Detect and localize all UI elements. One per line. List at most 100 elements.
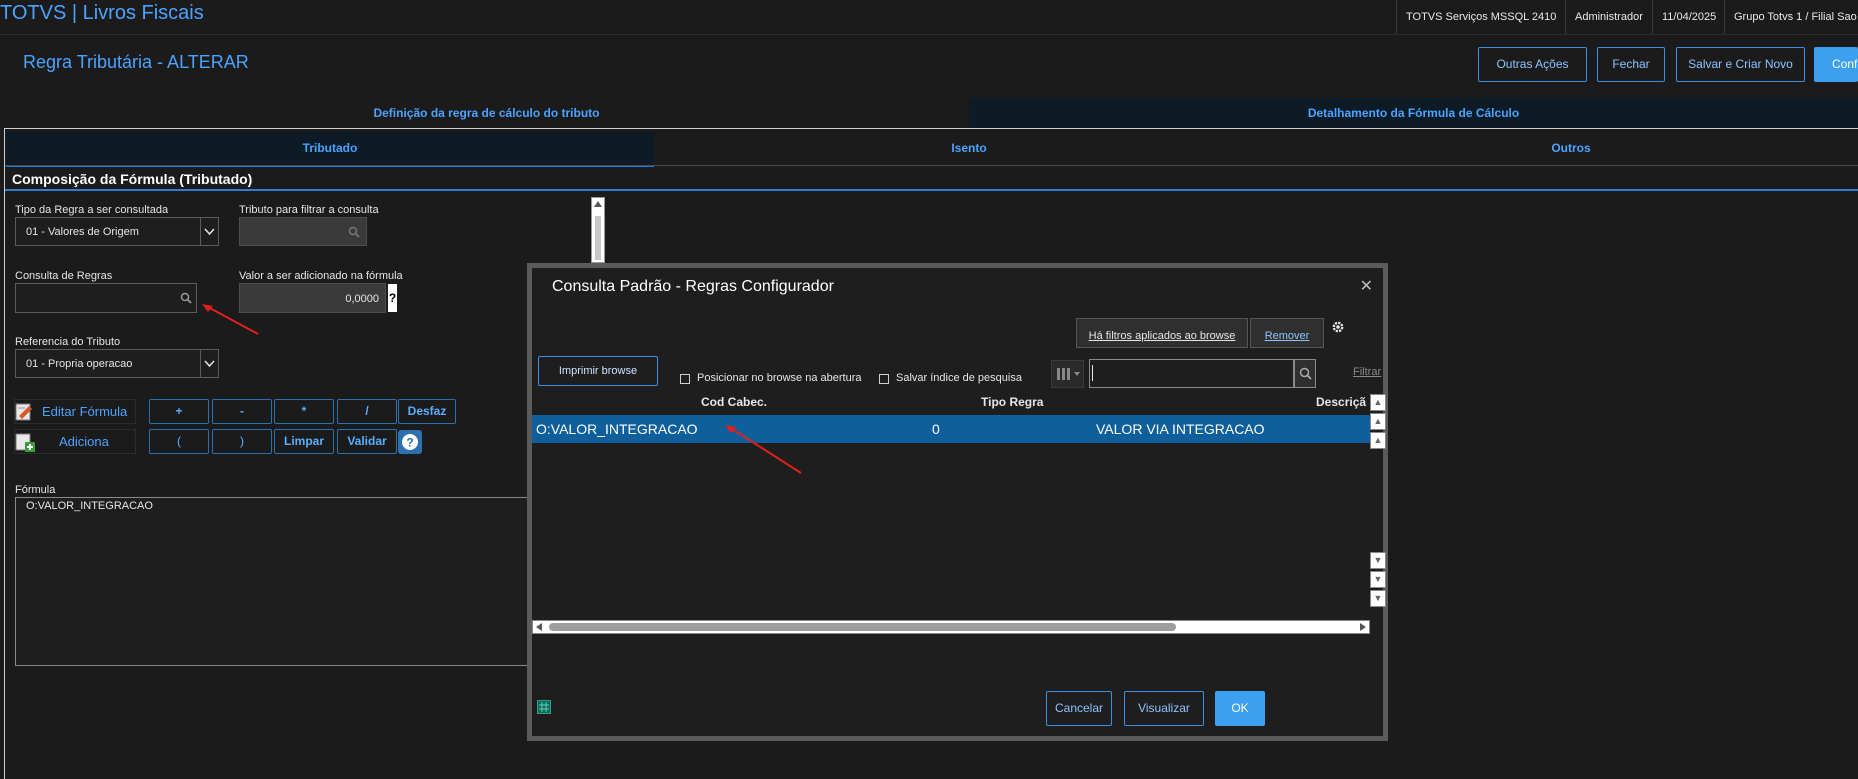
- search-icon[interactable]: [180, 292, 192, 304]
- date-info: 11/04/2025: [1652, 0, 1725, 34]
- formula-value: O:VALOR_INTEGRACAO: [26, 500, 153, 512]
- added-value-label: Valor a ser adicionado na fórmula: [239, 270, 403, 282]
- scrollbar-thumb[interactable]: [595, 216, 601, 260]
- ok-button[interactable]: OK: [1215, 691, 1265, 726]
- save-index-checkbox[interactable]: [879, 374, 889, 384]
- add-button[interactable]: Adiciona: [14, 429, 136, 454]
- tax-filter-input[interactable]: [239, 217, 367, 246]
- rule-type-label: Tipo da Regra a ser consultada: [15, 204, 169, 216]
- cancel-button[interactable]: Cancelar: [1046, 691, 1112, 726]
- annotation-arrow: [723, 423, 803, 478]
- section-underline: [5, 189, 1858, 191]
- tax-reference-label: Referencia do Tributo: [15, 336, 121, 348]
- tax-reference-select[interactable]: 01 - Propria operacao: [15, 349, 219, 378]
- browse-search-input[interactable]: [1089, 359, 1294, 388]
- formula-label: Fórmula: [15, 484, 56, 496]
- environment-info: TOTVS Serviços MSSQL 2410: [1396, 0, 1565, 34]
- add-label: Adiciona: [59, 434, 109, 449]
- form-scrollbar[interactable]: [591, 197, 605, 263]
- scroll-left-icon[interactable]: [536, 623, 542, 631]
- scroll-right-icon[interactable]: [1360, 623, 1366, 631]
- page-down-icon[interactable]: ▼: [1370, 571, 1386, 588]
- operator-minus-button[interactable]: -: [212, 399, 272, 424]
- svg-text:?: ?: [406, 436, 413, 450]
- rule-query-input[interactable]: [15, 283, 197, 313]
- gear-icon[interactable]: [1331, 320, 1345, 337]
- annotation-arrow: [200, 302, 264, 341]
- undo-button[interactable]: Desfaz: [398, 399, 456, 424]
- subtab-others[interactable]: Outros: [1284, 132, 1858, 165]
- print-browse-button[interactable]: Imprimir browse: [538, 356, 658, 386]
- subtab-exempt[interactable]: Isento: [654, 132, 1284, 165]
- scroll-bottom-icon[interactable]: ▼: [1370, 590, 1386, 607]
- scroll-up-icon[interactable]: ▲: [1370, 432, 1386, 449]
- position-on-open-checkbox[interactable]: [680, 374, 690, 384]
- rule-type-select[interactable]: 01 - Valores de Origem: [15, 217, 219, 246]
- lookup-dialog: Consulta Padrão - Regras Configurador ✕ …: [527, 263, 1388, 741]
- operator-divide-button[interactable]: /: [337, 399, 397, 424]
- position-on-open-label: Posicionar no browse na abertura: [697, 372, 862, 384]
- view-button[interactable]: Visualizar: [1124, 691, 1204, 726]
- close-icon[interactable]: ✕: [1360, 276, 1373, 296]
- row-rule-type: 0: [932, 421, 940, 437]
- columns-icon: [1057, 368, 1081, 383]
- section-title: Composição da Fórmula (Tributado): [12, 171, 253, 187]
- table-row[interactable]: O:VALOR_INTEGRACAO 0 VALOR VIA INTEGRACA…: [532, 415, 1370, 443]
- save-and-new-button[interactable]: Salvar e Criar Novo: [1676, 47, 1805, 82]
- close-button[interactable]: Fechar: [1597, 47, 1665, 82]
- tax-reference-value: 01 - Propria operacao: [26, 358, 133, 370]
- validate-button[interactable]: Validar: [337, 429, 397, 454]
- app-title: TOTVS | Livros Fiscais: [0, 2, 204, 24]
- column-header-code[interactable]: Cod Cabec.: [701, 395, 767, 409]
- page-title: Regra Tributária - ALTERAR: [23, 52, 249, 72]
- tab-formula-detail[interactable]: Detalhamento da Fórmula de Cálculo: [969, 98, 1858, 129]
- filters-applied-notice[interactable]: Há filtros aplicados ao browse: [1076, 318, 1248, 348]
- chevron-down-icon[interactable]: [200, 218, 218, 245]
- rule-type-value: 01 - Valores de Origem: [26, 226, 139, 238]
- scroll-down-icon[interactable]: ▼: [1370, 552, 1386, 569]
- row-code: O:VALOR_INTEGRACAO: [536, 421, 698, 437]
- chevron-down-icon[interactable]: [200, 350, 218, 377]
- edit-formula-label: Editar Fórmula: [42, 404, 128, 419]
- edit-formula-icon: [15, 402, 35, 429]
- operator-plus-button[interactable]: +: [149, 399, 209, 424]
- tab-definition[interactable]: Definição da regra de cálculo do tributo: [4, 98, 969, 129]
- row-description: VALOR VIA INTEGRACAO: [1096, 421, 1265, 437]
- subtab-taxed[interactable]: Tributado: [6, 132, 654, 167]
- formula-textarea[interactable]: O:VALOR_INTEGRACAO: [15, 497, 535, 666]
- rule-query-label: Consulta de Regras: [15, 270, 113, 282]
- search-icon[interactable]: [348, 226, 360, 238]
- tax-filter-label: Tributo para filtrar a consulta: [239, 204, 379, 216]
- remove-filters-link[interactable]: Remover: [1250, 318, 1324, 348]
- close-paren-button[interactable]: ): [212, 429, 272, 454]
- subtab-divider: [5, 165, 1858, 166]
- text-cursor: [1092, 365, 1093, 381]
- save-index-label: Salvar índice de pesquisa: [896, 372, 1022, 384]
- column-header-rule-type[interactable]: Tipo Regra: [981, 395, 1043, 409]
- dialog-title: Consulta Padrão - Regras Configurador: [552, 278, 834, 295]
- confirm-button[interactable]: Confi: [1814, 47, 1858, 82]
- tab-divider: [4, 128, 1858, 129]
- panel-border: [4, 128, 5, 779]
- more-actions-button[interactable]: Outras Ações: [1478, 47, 1587, 82]
- help-icon[interactable]: ?: [398, 430, 422, 454]
- column-header-description[interactable]: Descriçã: [1316, 395, 1366, 409]
- clear-button[interactable]: Limpar: [274, 429, 334, 454]
- scroll-up-icon[interactable]: [594, 201, 602, 207]
- scroll-top-icon[interactable]: ▲: [1370, 394, 1386, 411]
- user-info[interactable]: Administrador: [1565, 0, 1652, 34]
- branch-info[interactable]: Grupo Totvs 1 / Filial Sao: [1724, 0, 1858, 34]
- added-value: 0,0000: [345, 293, 379, 305]
- export-icon[interactable]: [537, 700, 551, 714]
- edit-formula-button[interactable]: Editar Fórmula: [14, 399, 136, 424]
- search-button[interactable]: [1294, 359, 1316, 388]
- columns-selector[interactable]: [1051, 360, 1084, 388]
- page-up-icon[interactable]: ▲: [1370, 413, 1386, 430]
- operator-times-button[interactable]: *: [274, 399, 334, 424]
- open-paren-button[interactable]: (: [149, 429, 209, 454]
- filter-link[interactable]: Filtrar: [1353, 366, 1381, 378]
- horizontal-scrollbar-thumb[interactable]: [549, 623, 1176, 631]
- help-button[interactable]: ?: [388, 284, 397, 312]
- add-icon: [15, 432, 35, 459]
- horizontal-scrollbar[interactable]: [532, 620, 1370, 634]
